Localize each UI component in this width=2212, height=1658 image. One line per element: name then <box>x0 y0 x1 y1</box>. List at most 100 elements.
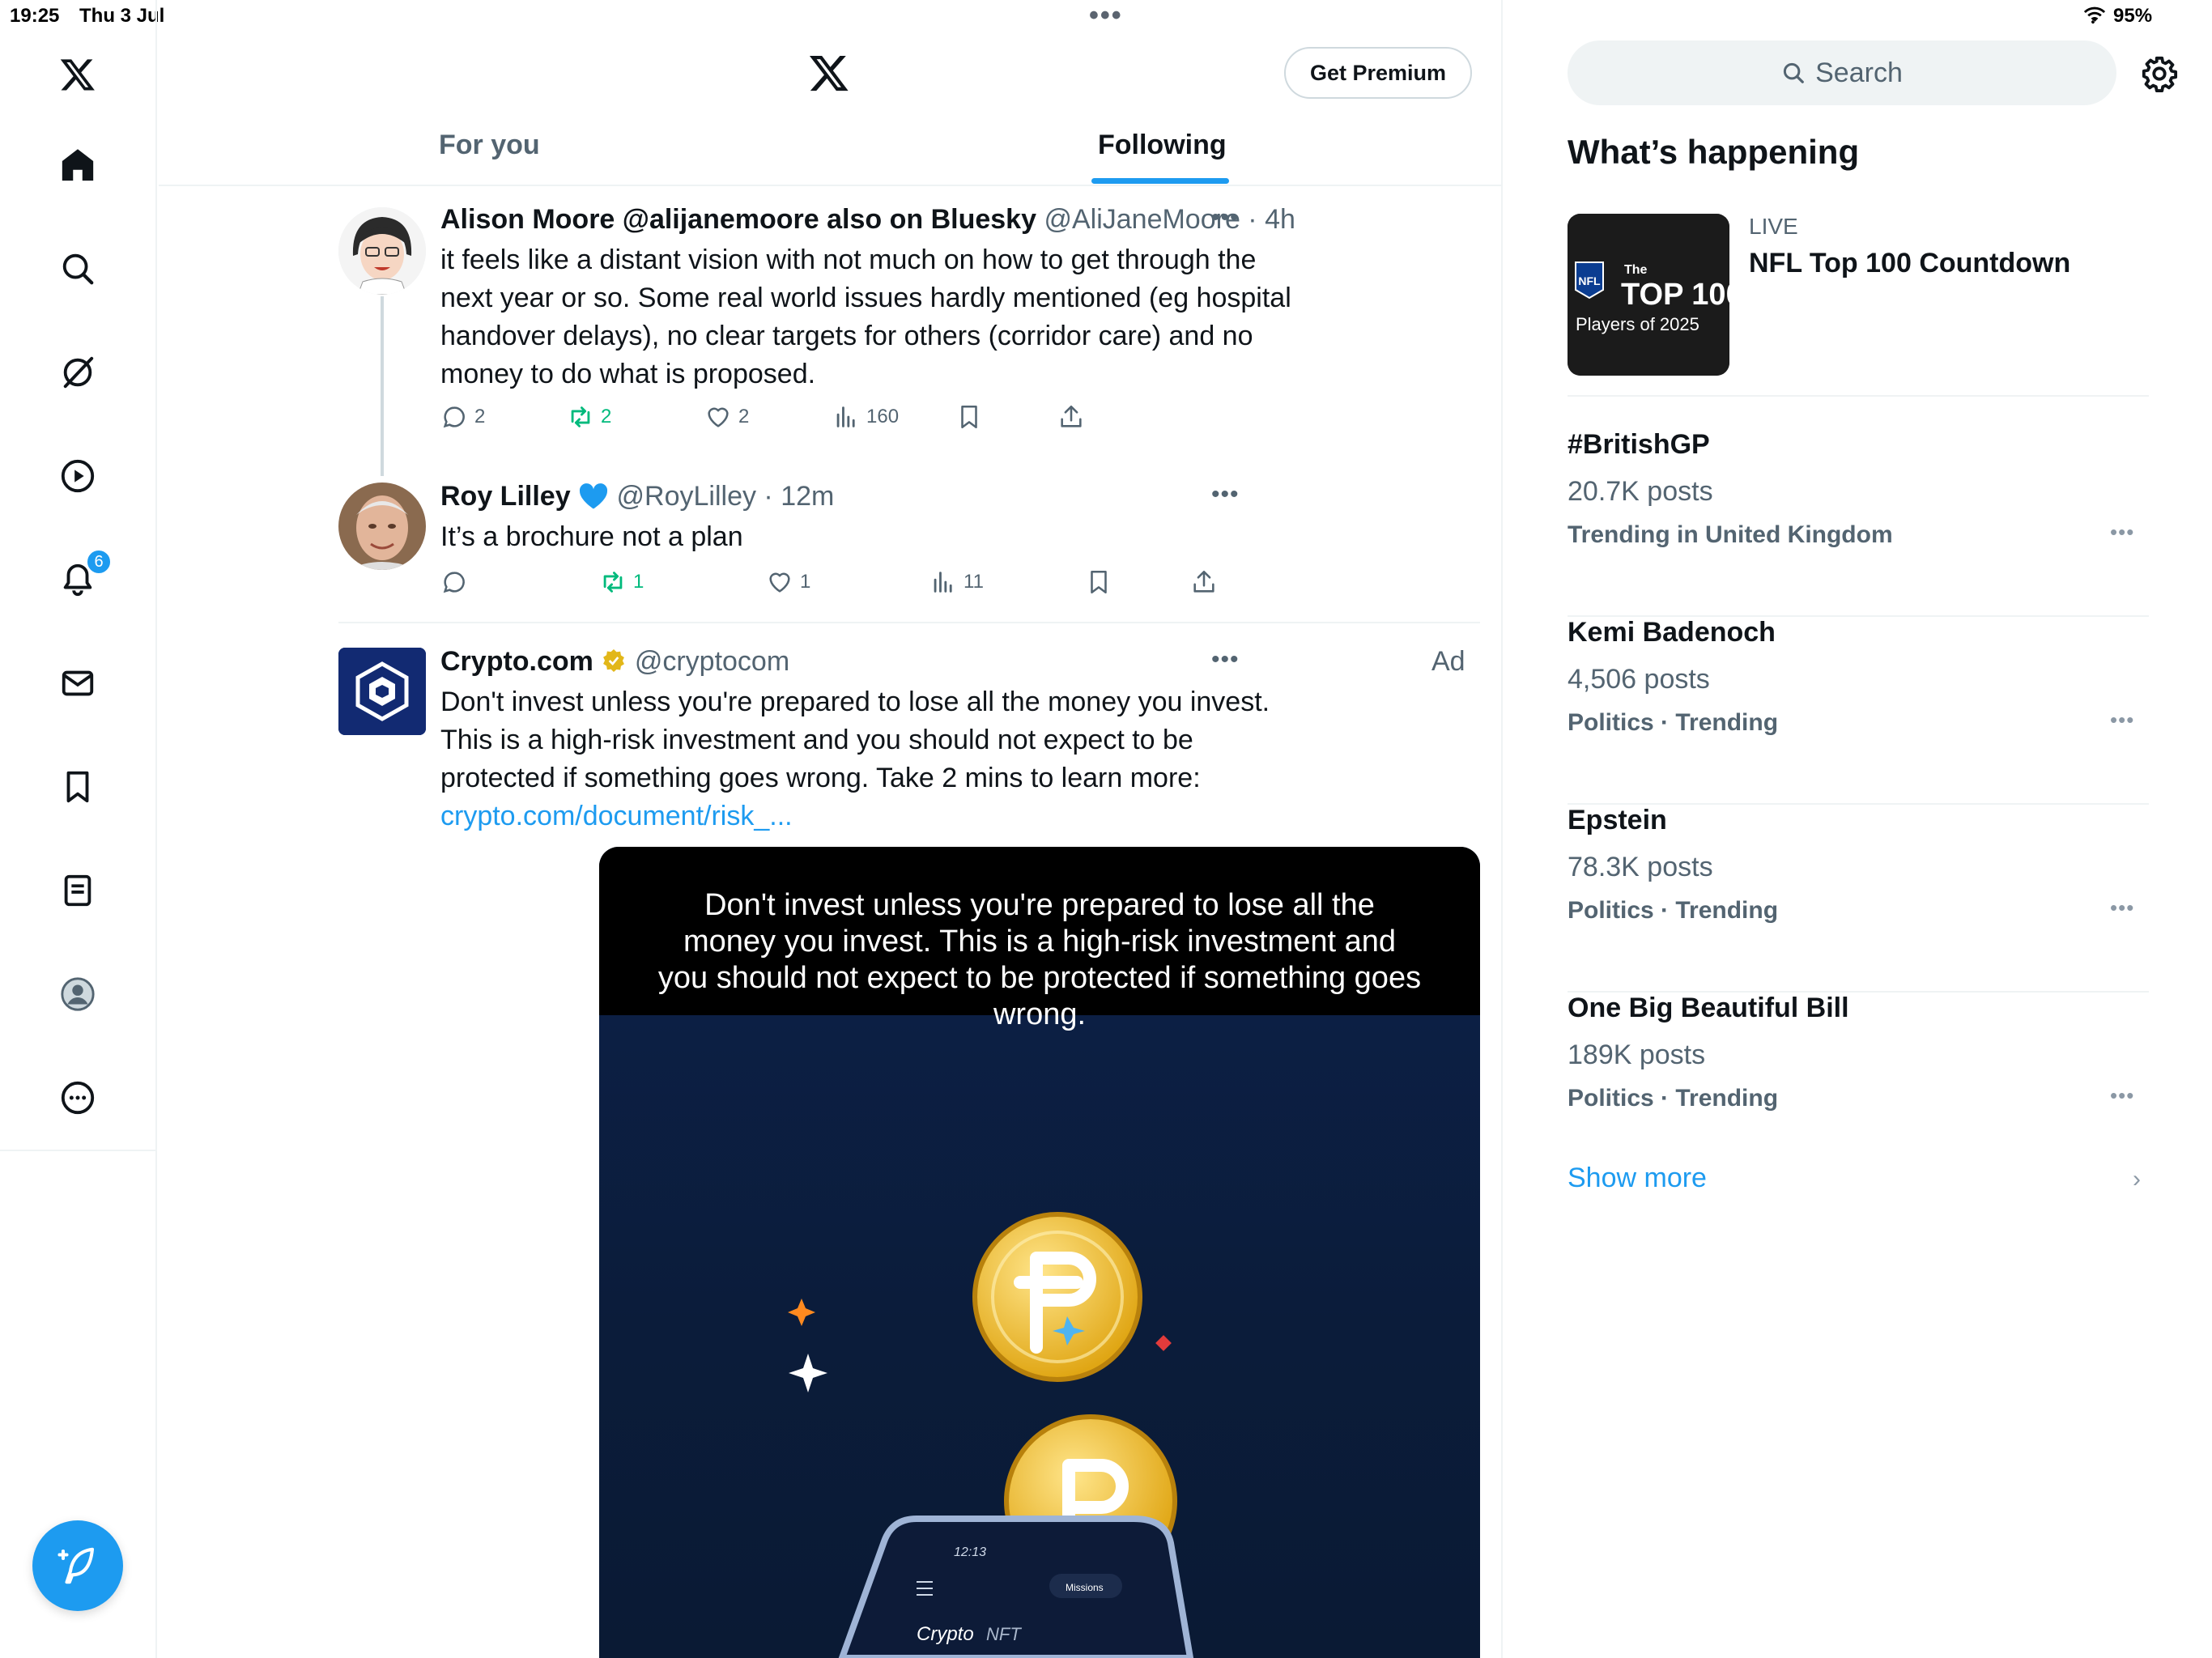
video-icon[interactable] <box>53 452 102 500</box>
trend-name: Epstein <box>1568 805 1667 835</box>
views-count: 11 <box>963 571 984 593</box>
trend-item[interactable]: Kemi Badenoch 4,506 posts Politics · Tre… <box>1568 617 2149 805</box>
tweet-more-icon[interactable]: ••• <box>1211 646 1240 674</box>
x-logo-icon[interactable] <box>806 52 852 94</box>
more-options-icon[interactable] <box>53 1073 102 1122</box>
author-name[interactable]: Alison Moore @alijanemoore also on Blues… <box>440 204 1036 235</box>
settings-gear-icon[interactable] <box>2141 55 2178 92</box>
repost-count: 2 <box>601 406 612 427</box>
blue-heart-icon <box>578 481 616 512</box>
bookmarks-icon[interactable] <box>53 763 102 811</box>
chevron-right-icon: › <box>2133 1166 2141 1192</box>
timeline-header: Get Premium For you Following <box>159 0 1503 186</box>
live-event-card[interactable]: NFL The TOP 100 Players of 2025 LIVE NFL… <box>1568 214 2149 397</box>
author-handle[interactable]: @RoyLilley <box>617 481 756 512</box>
search-input[interactable]: Search <box>1568 40 2116 105</box>
tweet-actions: 1 1 11 <box>440 568 1250 601</box>
trend-name: One Big Beautiful Bill <box>1568 993 1849 1023</box>
trend-meta: Politics · Trending <box>1568 897 1779 924</box>
like-button[interactable]: 2 <box>704 403 749 431</box>
search-placeholder: Search <box>1815 57 1903 88</box>
trend-count: 78.3K posts <box>1568 852 1713 882</box>
verified-badge-icon <box>601 646 634 677</box>
repost-count: 1 <box>633 571 644 593</box>
svg-text:NFL: NFL <box>1578 274 1601 287</box>
trend-meta: Politics · Trending <box>1568 1085 1779 1112</box>
avatar[interactable] <box>338 483 426 570</box>
notifications-badge: 6 <box>86 549 112 575</box>
nav-divider <box>0 1150 157 1151</box>
live-label: LIVE <box>1749 214 1798 239</box>
avatar[interactable] <box>338 648 426 735</box>
search-icon <box>1784 62 1804 83</box>
show-more-link[interactable]: Show more <box>1568 1163 1707 1194</box>
profile-icon[interactable] <box>53 970 102 1018</box>
trend-more-icon[interactable]: ••• <box>2110 520 2134 545</box>
tweet-time[interactable]: 4h <box>1265 204 1295 235</box>
grok-icon[interactable] <box>53 348 102 397</box>
reply-button[interactable] <box>440 568 474 596</box>
whats-happening-title: What’s happening <box>1568 133 1860 171</box>
views-icon <box>934 572 952 593</box>
tweet-more-icon[interactable]: ••• <box>1211 481 1240 508</box>
bookmark-button[interactable] <box>955 403 983 431</box>
trend-item[interactable]: #BritishGP 20.7K posts Trending in Unite… <box>1568 429 2149 617</box>
author-name[interactable]: Crypto.com <box>440 646 593 677</box>
tweet-author[interactable]: Alison Moore @alijanemoore also on Blues… <box>440 204 1295 236</box>
trend-count: 189K posts <box>1568 1039 1706 1070</box>
views-button[interactable]: 160 <box>832 403 899 431</box>
live-event-title: NFL Top 100 Countdown <box>1749 248 2071 278</box>
trend-more-icon[interactable]: ••• <box>2110 895 2134 920</box>
compose-post-button[interactable] <box>32 1520 123 1611</box>
tweet-more-icon[interactable]: ••• <box>1211 204 1240 232</box>
bookmark-icon <box>961 405 977 429</box>
reply-button[interactable]: 2 <box>440 403 485 431</box>
views-button[interactable]: 11 <box>929 568 984 596</box>
reply-icon <box>443 572 465 593</box>
trend-name: #BritishGP <box>1568 429 1710 460</box>
ad-label: Ad <box>1431 646 1465 677</box>
get-premium-button[interactable]: Get Premium <box>1284 47 1472 99</box>
tweet-time[interactable]: 12m <box>781 481 834 512</box>
right-sidebar: Search What’s happening NFL The TOP 100 … <box>1504 0 2212 1658</box>
trend-name: Kemi Badenoch <box>1568 617 1776 648</box>
thumb-top100: TOP 100 <box>1621 278 1729 312</box>
ad-media-disclaimer: Don't invest unless you're prepared to l… <box>599 847 1480 1031</box>
tab-for-you[interactable]: For you <box>439 130 540 161</box>
lists-icon[interactable] <box>53 866 102 915</box>
ad-link[interactable]: crypto.com/document/risk_... <box>440 801 793 831</box>
x-logo-icon[interactable] <box>53 50 102 99</box>
home-icon[interactable] <box>53 141 102 189</box>
notifications-icon[interactable]: 6 <box>53 549 112 604</box>
like-button[interactable]: 1 <box>766 568 810 596</box>
trend-more-icon[interactable]: ••• <box>2110 1083 2134 1108</box>
coins-phone-illustration: 12:13 Crypto NFT Missions <box>788 1212 1194 1658</box>
author-handle[interactable]: @cryptocom <box>635 646 789 677</box>
tweet-text: it feels like a distant vision with not … <box>440 244 1291 389</box>
trend-more-icon[interactable]: ••• <box>2110 708 2134 733</box>
trend-item[interactable]: One Big Beautiful Bill 189K posts Politi… <box>1568 993 2149 1180</box>
messages-icon[interactable] <box>53 659 102 708</box>
thumb-the: The <box>1624 263 1648 277</box>
ad-media[interactable]: Don't invest unless you're prepared to l… <box>599 847 1480 1658</box>
share-button[interactable] <box>1190 568 1218 596</box>
trend-item[interactable]: Epstein 78.3K posts Politics · Trending … <box>1568 805 2149 993</box>
repost-button[interactable]: 2 <box>567 403 611 431</box>
tweet-author[interactable]: Roy Lilley @RoyLilley · 12m <box>440 481 834 512</box>
repost-icon <box>603 572 623 593</box>
share-button[interactable] <box>1057 403 1085 431</box>
bookmark-button[interactable] <box>1085 568 1112 596</box>
compose-feather-icon <box>57 1547 95 1584</box>
heart-icon <box>769 572 790 593</box>
share-icon <box>1061 405 1082 427</box>
author-name[interactable]: Roy Lilley <box>440 481 571 512</box>
avatar[interactable] <box>338 207 426 295</box>
phone-tab-crypto: Crypto <box>917 1623 974 1645</box>
tweet-actions: 2 2 2 160 <box>440 403 1250 436</box>
thread-connector <box>381 296 384 476</box>
search-icon[interactable] <box>53 244 102 293</box>
tweet-author[interactable]: Crypto.com @cryptocom <box>440 646 789 678</box>
tweet-text: Don't invest unless you're prepared to l… <box>440 683 1299 835</box>
tab-following[interactable]: Following <box>1098 130 1227 161</box>
repost-button[interactable]: 1 <box>599 568 644 596</box>
